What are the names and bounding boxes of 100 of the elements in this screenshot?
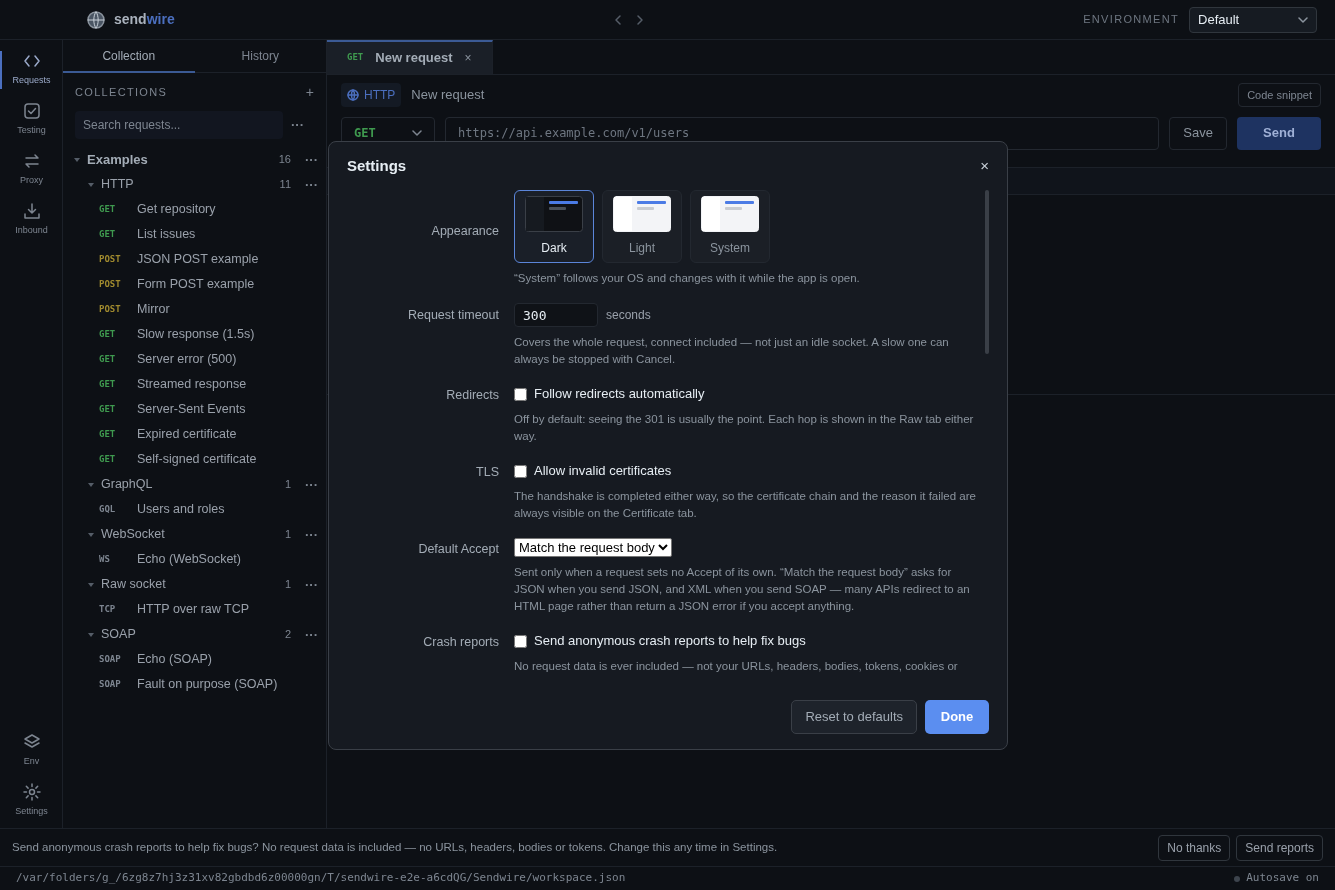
caret-down-icon[interactable] bbox=[87, 530, 95, 539]
request-item[interactable]: TCP HTTP over raw TCP bbox=[63, 597, 326, 622]
accept-select[interactable]: Match the request body bbox=[514, 538, 672, 557]
checkbox-label[interactable]: Follow redirects automatically bbox=[534, 384, 705, 404]
file-path: /var/folders/g_/6zg8z7hj3z31xv82gbdbd6z00000gn/T/sendwire-e2e-a6cdQG/Sendwire/workspace.json bbox=[16, 870, 627, 887]
panel-tab[interactable]: Collection bbox=[63, 40, 195, 73]
dialog-title: Settings bbox=[347, 155, 407, 176]
close-button[interactable]: × bbox=[980, 154, 989, 178]
add-button[interactable]: + bbox=[305, 81, 314, 103]
caret-down-icon[interactable] bbox=[87, 480, 95, 489]
send-reports-button[interactable]: Send reports bbox=[1236, 834, 1323, 861]
theme-option[interactable]: System bbox=[690, 190, 770, 263]
save-button[interactable]: Save bbox=[1169, 116, 1227, 150]
request-item[interactable]: POST JSON POST example bbox=[63, 247, 326, 272]
setting-description: Covers the whole request, connect included — not just an idle socket. A slow one can always be stopped with Cancel. bbox=[514, 335, 950, 367]
download-icon bbox=[22, 202, 41, 221]
checkbox[interactable] bbox=[514, 464, 527, 478]
request-item[interactable]: GET Streamed response bbox=[63, 372, 326, 397]
request-item[interactable]: GQL Users and roles bbox=[63, 497, 326, 522]
setting-label: Default Accept bbox=[417, 541, 499, 558]
caret-down-icon[interactable] bbox=[87, 580, 95, 589]
setting-description: No request data is ever included — not your URLs, headers, bodies, tokens, cookies or bbox=[514, 659, 959, 674]
request-item[interactable]: SOAP Echo (SOAP) bbox=[63, 647, 326, 672]
request-item[interactable]: GET Server-Sent Events bbox=[63, 397, 326, 422]
more-button[interactable]: ··· bbox=[305, 524, 318, 545]
theme-preview-icon bbox=[701, 196, 759, 232]
folder-name[interactable]: WebSocket bbox=[101, 525, 165, 544]
request-item[interactable]: SOAP Fault on purpose (SOAP) bbox=[63, 672, 326, 697]
setting-label: Request timeout bbox=[406, 307, 499, 324]
more-button[interactable]: ··· bbox=[305, 574, 318, 595]
setting-label: Redirects bbox=[445, 387, 499, 404]
folder-name[interactable]: SOAP bbox=[101, 625, 136, 644]
scrollbar[interactable] bbox=[985, 190, 989, 354]
unit-label: seconds bbox=[606, 307, 651, 324]
swap-arrows-icon bbox=[22, 152, 41, 171]
folder-name[interactable]: HTTP bbox=[101, 175, 134, 194]
checkbox[interactable] bbox=[514, 387, 527, 401]
theme-option[interactable]: Light bbox=[602, 190, 682, 263]
setting-label: Appearance bbox=[430, 223, 499, 240]
setting-description: “System” follows your OS and changes with it while the app is open. bbox=[514, 271, 861, 286]
request-item[interactable]: WS Echo (WebSocket) bbox=[63, 547, 326, 572]
panel-tab[interactable]: History bbox=[194, 40, 326, 73]
request-item[interactable]: POST Form POST example bbox=[63, 272, 326, 297]
setting-label: TLS bbox=[475, 464, 499, 481]
code-snippet-button[interactable]: Code snippet bbox=[1238, 83, 1321, 107]
item-count: 11 bbox=[279, 177, 291, 193]
rail-item[interactable]: Env bbox=[0, 726, 63, 776]
request-name: New request bbox=[411, 86, 485, 105]
brand-name-accent: wire bbox=[146, 10, 175, 29]
environment-select[interactable]: Default bbox=[1189, 6, 1317, 33]
folder-name[interactable]: GraphQL bbox=[101, 475, 153, 494]
more-button[interactable]: ··· bbox=[291, 115, 304, 135]
checkbox-icon bbox=[22, 102, 41, 121]
setting-description: Off by default: seeing the 301 is usually the point. Each hop is shown in the Raw tab either way. bbox=[514, 412, 975, 444]
theme-preview-icon bbox=[525, 196, 583, 232]
folder-name[interactable]: Examples bbox=[87, 149, 148, 170]
checkbox-label[interactable]: Allow invalid certificates bbox=[534, 461, 672, 481]
theme-option[interactable]: Dark bbox=[514, 190, 594, 263]
timeout-field[interactable]: 300 bbox=[514, 303, 598, 327]
rail-item[interactable]: Requests bbox=[0, 45, 63, 95]
request-tab[interactable]: GET New request × bbox=[327, 40, 493, 74]
setting-label: Crash reports bbox=[422, 634, 499, 651]
request-item[interactable]: GET Server error (500) bbox=[63, 347, 326, 372]
rail-item[interactable]: Inbound bbox=[0, 195, 63, 245]
caret-down-icon[interactable] bbox=[87, 630, 95, 639]
protocol-badge: HTTP bbox=[341, 83, 402, 107]
reset-button[interactable]: Reset to defaults bbox=[791, 700, 917, 734]
item-count: 1 bbox=[284, 527, 291, 543]
caret-down-icon[interactable] bbox=[73, 155, 81, 164]
more-button[interactable]: ··· bbox=[305, 624, 318, 645]
caret-down-icon[interactable] bbox=[87, 180, 95, 189]
item-count: 1 bbox=[284, 577, 291, 593]
request-item[interactable]: GET Expired certificate bbox=[63, 422, 326, 447]
request-item[interactable]: GET Slow response (1.5s) bbox=[63, 322, 326, 347]
chevron-down-icon bbox=[412, 130, 422, 136]
more-button[interactable]: ··· bbox=[305, 149, 318, 170]
item-count: 2 bbox=[284, 627, 291, 643]
more-button[interactable]: ··· bbox=[305, 474, 318, 495]
request-item[interactable]: GET Self-signed certificate bbox=[63, 447, 326, 472]
setting-description: The handshake is completed either way, so the certificate chain and the reason it failed are always visible on the Certificate tab. bbox=[514, 489, 977, 521]
close-icon[interactable]: × bbox=[464, 49, 472, 67]
section-heading: COLLECTIONS bbox=[75, 84, 168, 100]
rail-item[interactable]: Settings bbox=[0, 776, 63, 826]
folder-name[interactable]: Raw socket bbox=[101, 575, 166, 594]
send-button[interactable]: Send bbox=[1237, 116, 1321, 150]
request-item[interactable]: GET Get repository bbox=[63, 197, 326, 222]
request-item[interactable]: POST Mirror bbox=[63, 297, 326, 322]
search-field[interactable]: Search requests... bbox=[75, 111, 283, 139]
chevron-down-icon bbox=[1298, 16, 1308, 23]
rail-item[interactable]: Proxy bbox=[0, 145, 63, 195]
globe-logo-icon bbox=[86, 9, 106, 30]
checkbox[interactable] bbox=[514, 634, 527, 648]
checkbox-label[interactable]: Send anonymous crash reports to help fix bugs bbox=[534, 631, 806, 651]
request-item[interactable]: GET List issues bbox=[63, 222, 326, 247]
more-button[interactable]: ··· bbox=[305, 174, 318, 195]
autosave-status: Autosave on bbox=[1246, 870, 1319, 887]
item-count: 1 bbox=[284, 477, 291, 493]
setting-description: Sent only when a request sets no Accept of its own. “Match the request body” asks for JSON when you send JSON, and XML when you send SOAP — many APIs redirect to an HTML page rather than return a JSON error if you accept anything. bbox=[514, 565, 971, 614]
rail-item[interactable]: Testing bbox=[0, 95, 63, 145]
decline-button[interactable]: No thanks bbox=[1158, 834, 1231, 861]
